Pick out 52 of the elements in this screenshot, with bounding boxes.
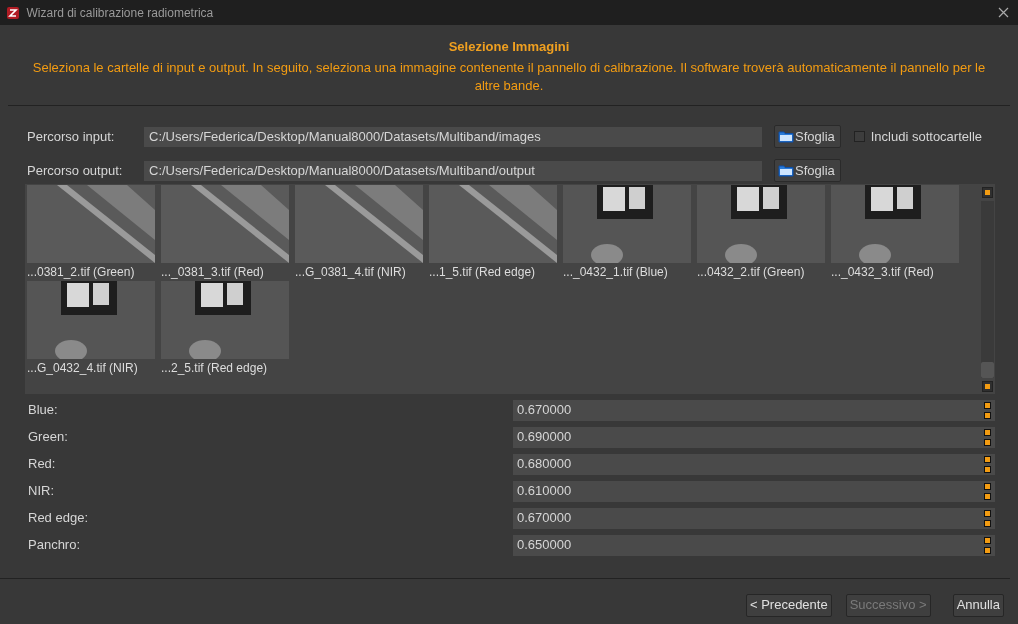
wizard-button[interactable]: Annulla [952, 593, 1004, 617]
image-caption: ...G_0432_4.tif (NIR) [27, 359, 139, 377]
spin-arrows-icon[interactable] [984, 482, 991, 500]
close-icon[interactable] [997, 7, 1009, 18]
spin-arrows-icon[interactable] [984, 509, 991, 527]
scroll-up-button[interactable] [982, 186, 993, 198]
spin-arrows-icon[interactable] [984, 536, 991, 554]
image-caption: ...0432_2.tif (Green) [697, 263, 806, 281]
spin-arrows-icon[interactable] [984, 455, 991, 473]
scrollbar-thumb[interactable] [981, 361, 994, 378]
number-field[interactable]: 0.670000 [513, 399, 995, 421]
wizard-button[interactable]: < Precedente [745, 593, 832, 617]
band-label: Green: [27, 428, 69, 447]
page-heading: Selezione Immagini [447, 39, 571, 55]
app-logo-icon [6, 5, 20, 20]
photo-placeholder[interactable] [831, 184, 959, 263]
image-caption: ..._0432_1.tif (Blue) [563, 263, 669, 281]
field-label: Percorso output: [26, 161, 124, 180]
path-field[interactable]: C:/Users/Federica/Desktop/Manual8000/Datasets/Multiband/output [144, 160, 762, 181]
folder-icon [778, 130, 794, 144]
band-label: NIR: [27, 482, 55, 501]
field-label: Percorso input: [26, 127, 116, 146]
instruction-text: Seleziona le cartelle di input e output. In seguito, seleziona una immagine contenente il pannello di calibrazione. Il software troverà automaticamente il pannello per le altre bande. [31, 58, 987, 95]
checkbox[interactable] [853, 131, 865, 143]
band-label: Panchro: [27, 536, 82, 555]
band-label: Red edge: [27, 509, 89, 528]
image-caption: ..._0381_3.tif (Red) [161, 263, 265, 281]
folder-icon [778, 164, 794, 178]
spin-arrows-icon[interactable] [984, 401, 991, 419]
number-field[interactable]: 0.650000 [513, 534, 995, 556]
band-label: Red: [27, 455, 57, 474]
path-field[interactable]: C:/Users/Federica/Desktop/Manual8000/Datasets/Multiband/images [144, 126, 762, 147]
number-field[interactable]: 0.680000 [513, 453, 995, 475]
spin-arrows-icon[interactable] [984, 428, 991, 446]
scroll-down-button[interactable] [982, 380, 993, 392]
image-caption: ...G_0381_4.tif (NIR) [295, 263, 407, 281]
number-field[interactable]: 0.610000 [513, 480, 995, 502]
number-field[interactable]: 0.670000 [513, 507, 995, 529]
browse-button[interactable]: Sfoglia [774, 159, 841, 183]
band-label: Blue: [27, 401, 59, 420]
image-caption: ..._0432_3.tif (Red) [831, 263, 935, 281]
checkbox-label: Includi sottocartelle [870, 127, 983, 146]
number-field[interactable]: 0.690000 [513, 426, 995, 448]
photo-placeholder[interactable] [563, 184, 691, 263]
photo-placeholder[interactable] [697, 184, 825, 263]
window-title: Wizard di calibrazione radiometrica [26, 4, 214, 22]
photo-placeholder[interactable] [27, 280, 155, 359]
image-caption: ...1_5.tif (Red edge) [429, 263, 537, 281]
photo-placeholder[interactable] [161, 280, 289, 359]
browse-button[interactable]: Sfoglia [774, 125, 841, 149]
image-caption: ...2_5.tif (Red edge) [161, 359, 269, 377]
image-caption: ...0381_2.tif (Green) [27, 263, 136, 281]
